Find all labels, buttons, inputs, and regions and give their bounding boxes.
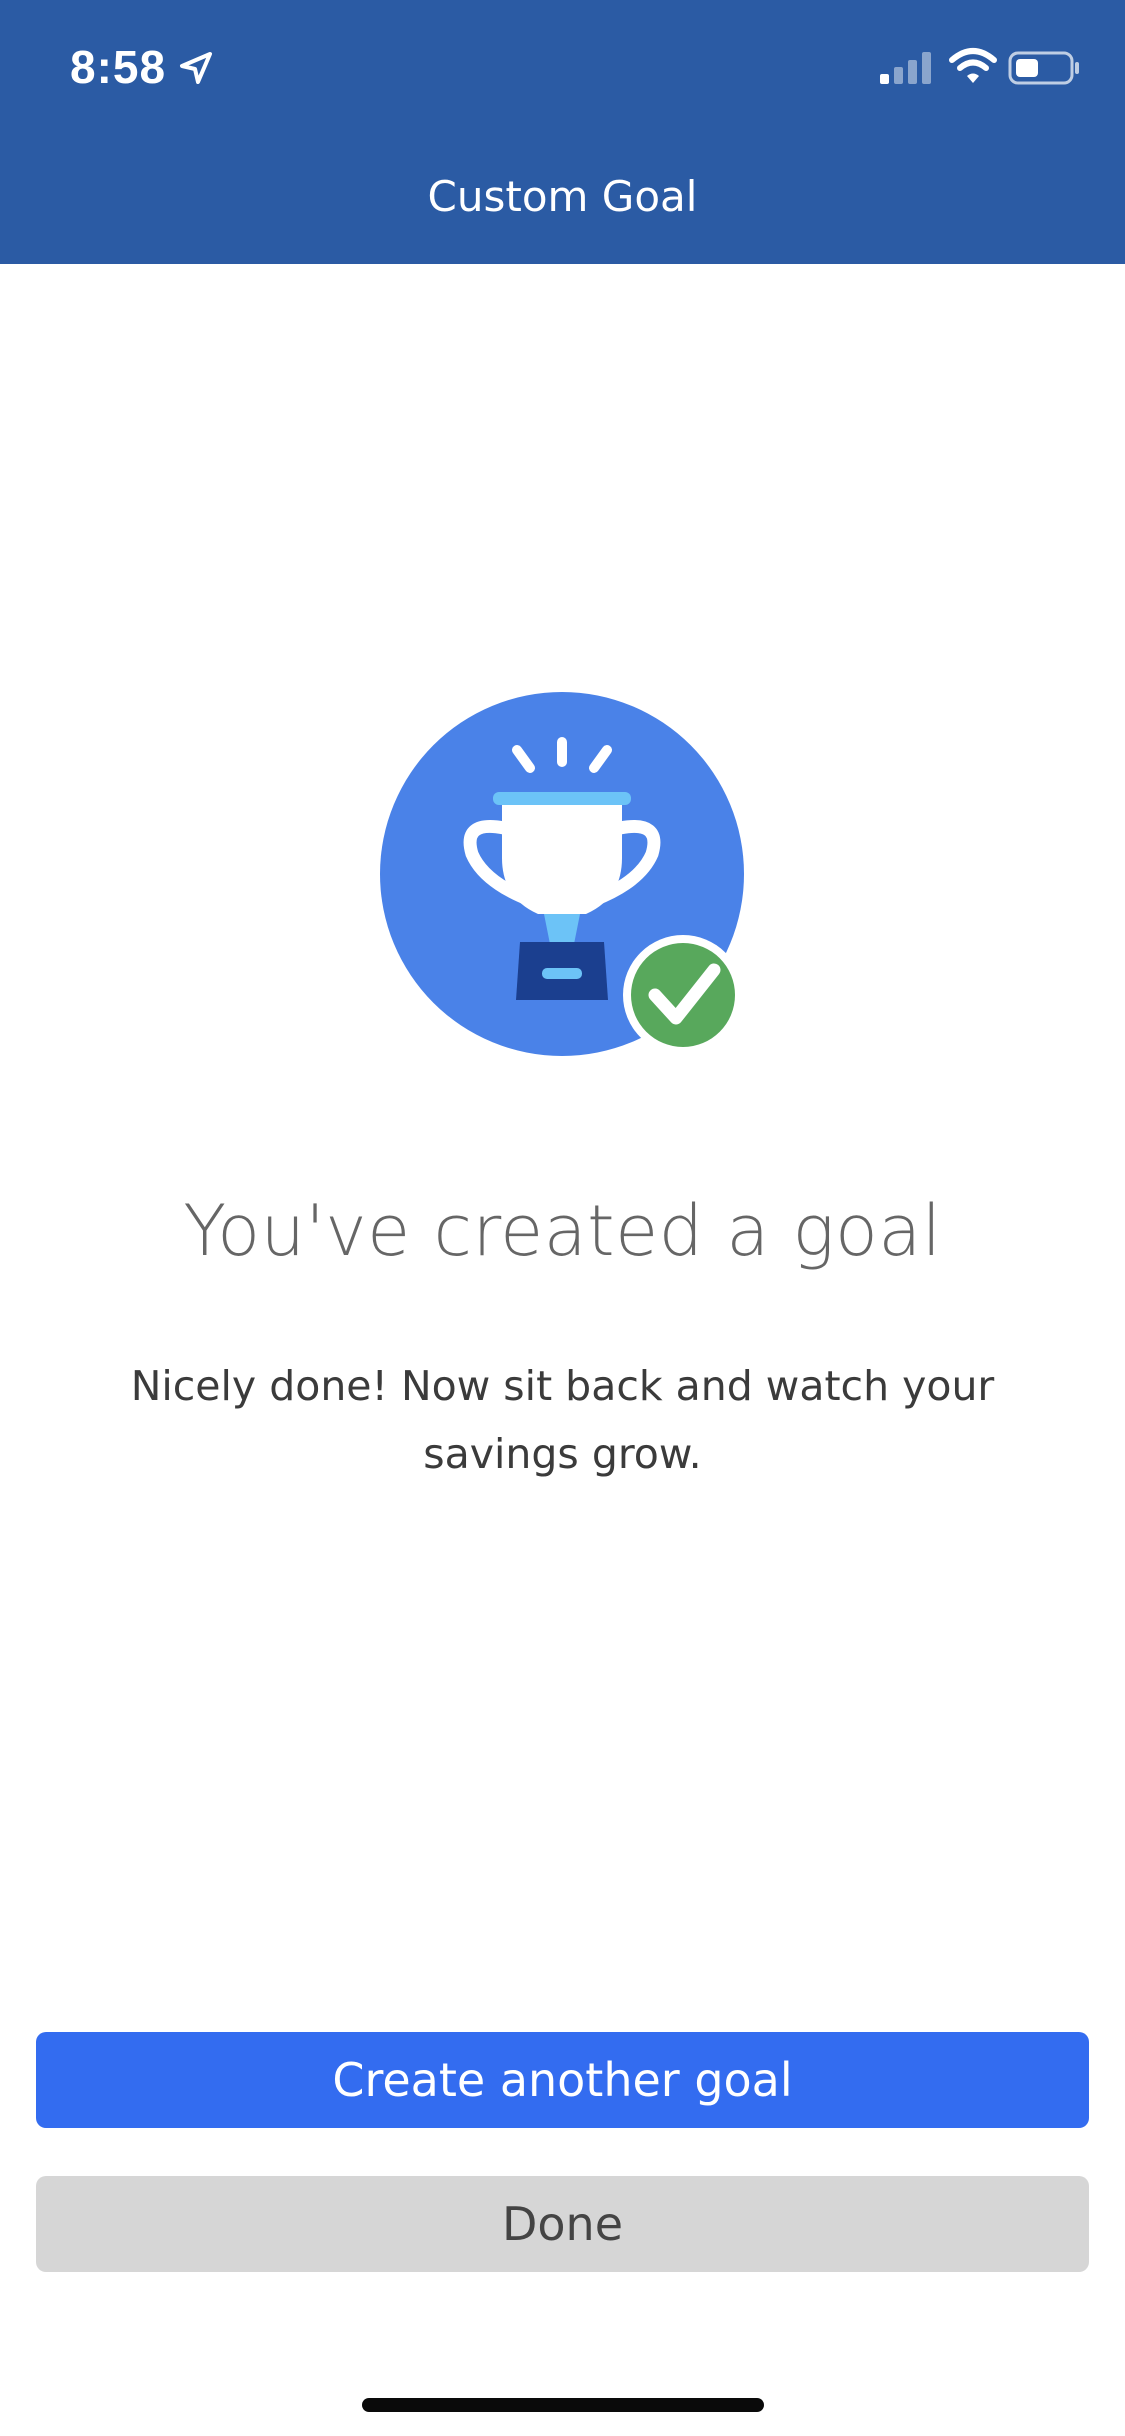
home-indicator[interactable] bbox=[362, 2398, 764, 2412]
app-header: 8:58 Custom Goal bbox=[0, 0, 1125, 264]
status-bar: 8:58 bbox=[0, 0, 1125, 140]
create-another-goal-button[interactable]: Create another goal bbox=[36, 2032, 1089, 2128]
goal-created-screen: 8:58 Custom Goal You've created a goal N… bbox=[0, 0, 1125, 2436]
done-button[interactable]: Done bbox=[36, 2176, 1089, 2272]
cellular-signal-icon bbox=[880, 52, 931, 84]
confirmation-message: Nicely done! Now sit back and watch your… bbox=[130, 1362, 995, 1478]
confirmation-heading: You've created a goal bbox=[183, 1190, 942, 1272]
trophy-icon bbox=[380, 692, 744, 1056]
location-arrow-icon bbox=[180, 52, 212, 84]
nav-title: Custom Goal bbox=[427, 172, 698, 221]
wifi-icon bbox=[949, 48, 997, 83]
status-time: 8:58 bbox=[70, 41, 167, 93]
battery-icon bbox=[1008, 51, 1079, 85]
checkmark-icon bbox=[631, 943, 735, 1047]
